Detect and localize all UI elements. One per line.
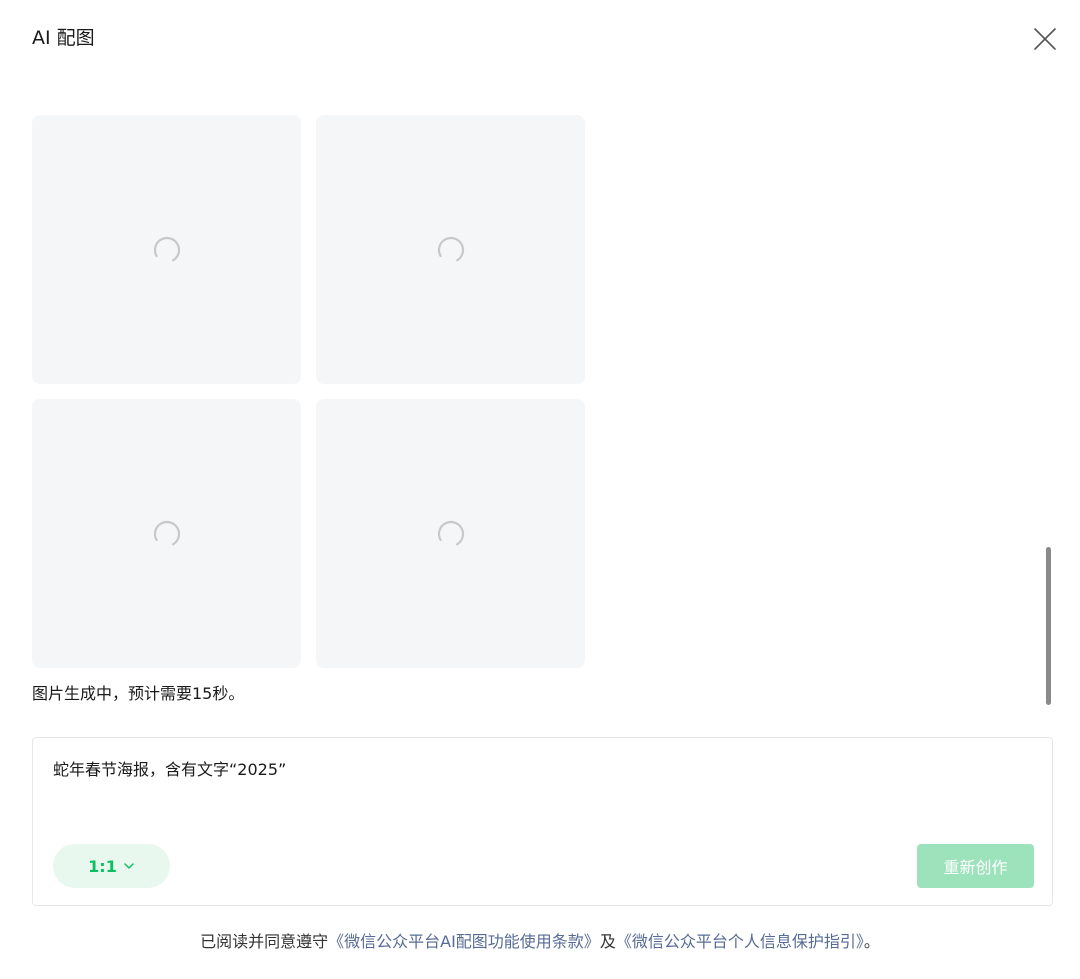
agreement-text: 已阅读并同意遵守《微信公众平台AI配图功能使用条款》及《微信公众平台个人信息保护… bbox=[0, 930, 1080, 954]
aspect-ratio-select[interactable]: 1:1 bbox=[53, 844, 170, 888]
image-tile[interactable] bbox=[316, 399, 585, 668]
privacy-link[interactable]: 《微信公众平台个人信息保护指引》 bbox=[616, 932, 864, 951]
generation-status: 图片生成中，预计需要15秒。 bbox=[32, 684, 245, 703]
dialog-title: AI 配图 bbox=[32, 27, 95, 49]
image-tile[interactable] bbox=[316, 115, 585, 384]
agreement-conjunction: 及 bbox=[599, 932, 616, 951]
loading-spinner-icon bbox=[153, 236, 180, 263]
ai-image-dialog: AI 配图 图片生成中，预计需要15秒。 蛇年春节海报，含有文字“2025” 1… bbox=[0, 0, 1080, 979]
loading-spinner-icon bbox=[437, 520, 464, 547]
prompt-input[interactable]: 蛇年春节海报，含有文字“2025” bbox=[53, 758, 286, 782]
image-tile[interactable] bbox=[32, 115, 301, 384]
loading-spinner-icon bbox=[437, 236, 464, 263]
scrollbar[interactable] bbox=[1046, 547, 1051, 705]
regenerate-button[interactable]: 重新创作 bbox=[917, 844, 1034, 888]
agreement-prefix: 已阅读并同意遵守 bbox=[200, 932, 329, 951]
chevron-down-icon bbox=[124, 863, 134, 869]
agreement-suffix: 。 bbox=[863, 932, 880, 951]
aspect-ratio-label: 1:1 bbox=[88, 856, 117, 876]
loading-spinner-icon bbox=[153, 520, 180, 547]
close-icon[interactable] bbox=[1030, 24, 1060, 54]
terms-link[interactable]: 《微信公众平台AI配图功能使用条款》 bbox=[328, 932, 600, 951]
image-tile[interactable] bbox=[32, 399, 301, 668]
prompt-box[interactable]: 蛇年春节海报，含有文字“2025” 1:1 重新创作 bbox=[32, 737, 1053, 906]
